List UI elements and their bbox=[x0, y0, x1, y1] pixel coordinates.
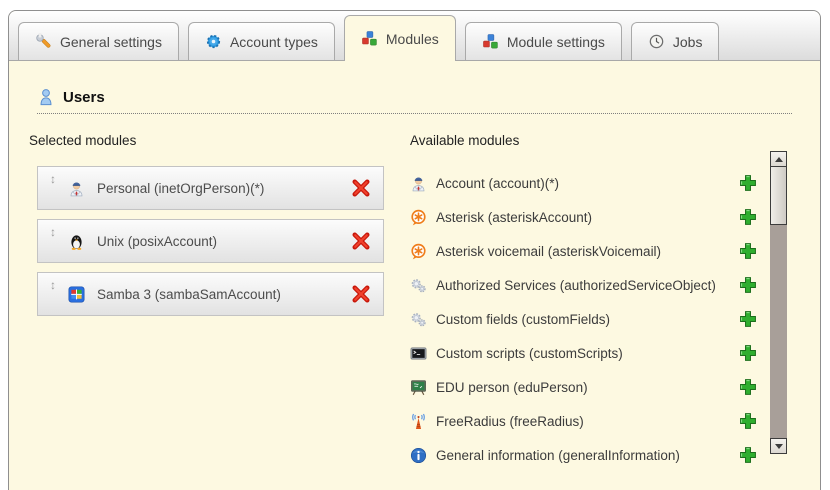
available-module-row-asterisk-voicemail: Asterisk voicemail (asteriskVoicemail) bbox=[410, 234, 757, 268]
green-plus-icon bbox=[739, 378, 757, 396]
available-module-row-general-information: General information (generalInformation) bbox=[410, 438, 757, 472]
section-header-users: Users bbox=[37, 88, 792, 114]
green-plus-icon bbox=[739, 344, 757, 362]
module-label: Samba 3 (sambaSamAccount) bbox=[97, 287, 281, 302]
module-label: Personal (inetOrgPerson)(*) bbox=[97, 181, 264, 196]
radio-antenna-icon bbox=[410, 413, 427, 430]
add-module-button[interactable] bbox=[739, 378, 757, 396]
person-icon bbox=[410, 175, 427, 192]
tux-penguin-icon bbox=[68, 233, 85, 250]
section-title: Users bbox=[63, 89, 105, 106]
person-icon bbox=[68, 180, 85, 197]
clock-icon bbox=[648, 33, 665, 50]
user-silhouette-icon bbox=[37, 88, 55, 106]
green-plus-icon bbox=[739, 276, 757, 294]
tab-module-settings[interactable]: Module settings bbox=[465, 22, 622, 60]
tab-label: Modules bbox=[386, 31, 439, 47]
add-module-button[interactable] bbox=[739, 412, 757, 430]
add-module-button[interactable] bbox=[739, 174, 757, 192]
modules-cubes-icon bbox=[361, 30, 378, 47]
terminal-icon bbox=[410, 345, 427, 362]
selected-modules-heading: Selected modules bbox=[29, 133, 384, 148]
module-label: Unix (posixAccount) bbox=[97, 234, 217, 249]
tab-label: Jobs bbox=[673, 34, 703, 50]
available-module-row-authorized-services: Authorized Services (authorizedServiceOb… bbox=[410, 268, 757, 302]
green-plus-icon bbox=[739, 242, 757, 260]
module-label: Custom scripts (customScripts) bbox=[436, 346, 623, 361]
module-label: General information (generalInformation) bbox=[436, 448, 680, 463]
tab-bar: General settings Account types Modul bbox=[9, 11, 820, 61]
selected-module-row-personal[interactable]: ↕ Personal (inetOrgPerson)(*) bbox=[37, 166, 384, 210]
remove-module-button[interactable] bbox=[351, 231, 371, 251]
available-modules-column: Available modules bbox=[410, 133, 787, 472]
tab-label: Module settings bbox=[507, 34, 605, 50]
module-label: Asterisk voicemail (asteriskVoicemail) bbox=[436, 244, 661, 259]
scrollbar[interactable] bbox=[770, 151, 787, 454]
green-plus-icon bbox=[739, 208, 757, 226]
windows-flag-icon bbox=[68, 286, 85, 303]
available-module-row-asterisk: Asterisk (asteriskAccount) bbox=[410, 200, 757, 234]
add-module-button[interactable] bbox=[739, 208, 757, 226]
selected-module-row-unix[interactable]: ↕ Unix (posix bbox=[37, 219, 384, 263]
module-label: Authorized Services (authorizedServiceOb… bbox=[436, 278, 716, 293]
green-plus-icon bbox=[739, 446, 757, 464]
tab-general-settings[interactable]: General settings bbox=[18, 22, 179, 60]
scroll-track[interactable] bbox=[770, 225, 787, 438]
gears-icon bbox=[410, 311, 427, 328]
module-label: Account (account)(*) bbox=[436, 176, 559, 191]
available-modules-heading: Available modules bbox=[410, 133, 757, 148]
gear-icon bbox=[205, 33, 222, 50]
selected-module-row-samba[interactable]: ↕ Samba 3 (sambaSamAccount) bbox=[37, 272, 384, 316]
gears-icon bbox=[410, 277, 427, 294]
asterisk-icon bbox=[410, 209, 427, 226]
config-panel: General settings Account types Modul bbox=[8, 10, 821, 490]
selected-modules-column: Selected modules ↕ bbox=[29, 133, 384, 472]
green-plus-icon bbox=[739, 412, 757, 430]
delete-x-icon bbox=[351, 284, 371, 304]
chalkboard-icon bbox=[410, 379, 427, 396]
remove-module-button[interactable] bbox=[351, 284, 371, 304]
add-module-button[interactable] bbox=[739, 310, 757, 328]
module-label: Asterisk (asteriskAccount) bbox=[436, 210, 592, 225]
available-module-row-freeradius: FreeRadius (freeRadius) bbox=[410, 404, 757, 438]
available-module-row-edu-person: EDU person (eduPerson) bbox=[410, 370, 757, 404]
tab-jobs[interactable]: Jobs bbox=[631, 22, 720, 60]
remove-module-button[interactable] bbox=[351, 178, 371, 198]
wrench-icon bbox=[35, 33, 52, 50]
available-module-row-account: Account (account)(*) bbox=[410, 166, 757, 200]
info-icon bbox=[410, 447, 427, 464]
scroll-up-button[interactable] bbox=[770, 151, 787, 167]
add-module-button[interactable] bbox=[739, 242, 757, 260]
available-modules-list: Account (account)(*) bbox=[410, 166, 757, 472]
add-module-button[interactable] bbox=[739, 446, 757, 464]
updown-arrow-icon[interactable]: ↕ bbox=[50, 278, 60, 292]
scroll-down-arrow-icon bbox=[775, 444, 783, 449]
module-label: Custom fields (customFields) bbox=[436, 312, 610, 327]
module-label: EDU person (eduPerson) bbox=[436, 380, 588, 395]
add-module-button[interactable] bbox=[739, 276, 757, 294]
available-module-row-custom-scripts: Custom scripts (customScripts) bbox=[410, 336, 757, 370]
tab-label: General settings bbox=[60, 34, 162, 50]
delete-x-icon bbox=[351, 231, 371, 251]
tab-account-types[interactable]: Account types bbox=[188, 22, 335, 60]
delete-x-icon bbox=[351, 178, 371, 198]
scroll-thumb[interactable] bbox=[770, 167, 787, 225]
available-module-row-custom-fields: Custom fields (customFields) bbox=[410, 302, 757, 336]
scroll-up-arrow-icon bbox=[775, 157, 783, 162]
updown-arrow-icon[interactable]: ↕ bbox=[50, 172, 60, 186]
green-plus-icon bbox=[739, 310, 757, 328]
asterisk-icon bbox=[410, 243, 427, 260]
modules-tab-content: Users Selected modules ↕ bbox=[9, 88, 820, 472]
tab-label: Account types bbox=[230, 34, 318, 50]
add-module-button[interactable] bbox=[739, 344, 757, 362]
updown-arrow-icon[interactable]: ↕ bbox=[50, 225, 60, 239]
green-plus-icon bbox=[739, 174, 757, 192]
module-label: FreeRadius (freeRadius) bbox=[436, 414, 584, 429]
tab-modules[interactable]: Modules bbox=[344, 15, 456, 61]
selected-modules-list: ↕ Personal (inetOrgPerson)(*) bbox=[37, 166, 384, 316]
scroll-down-button[interactable] bbox=[770, 438, 787, 454]
modules-cubes-icon bbox=[482, 33, 499, 50]
